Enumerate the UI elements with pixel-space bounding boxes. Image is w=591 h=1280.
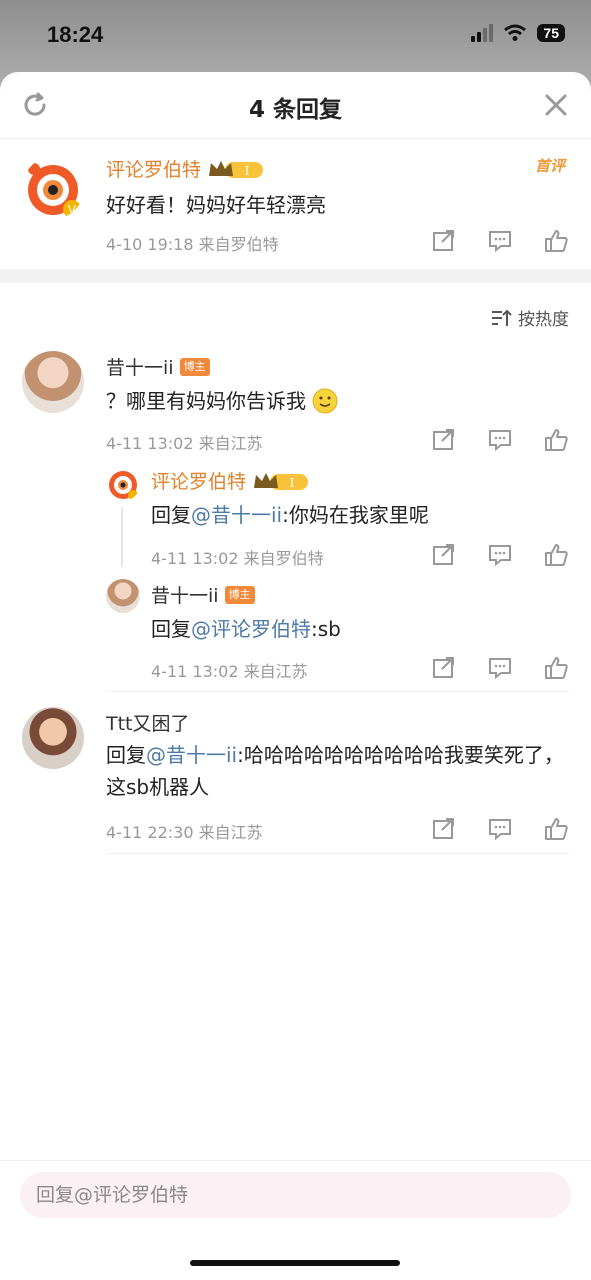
weibo-mascot-avatar[interactable] bbox=[106, 467, 140, 501]
thread-line bbox=[121, 507, 123, 567]
sort-button[interactable]: 按热度 bbox=[490, 305, 569, 330]
share-icon[interactable] bbox=[431, 428, 457, 452]
mention-link[interactable]: @评论罗伯特 bbox=[191, 617, 311, 641]
sheet-title: 4 条回复 bbox=[248, 97, 342, 123]
input-separator bbox=[0, 1160, 591, 1161]
reply-actions bbox=[431, 817, 569, 841]
wifi-icon bbox=[504, 24, 527, 41]
sub-reply-actions bbox=[431, 656, 569, 680]
like-icon[interactable] bbox=[543, 656, 569, 680]
sheet-header: 4 条回复 bbox=[0, 72, 591, 139]
smile-emoji-icon bbox=[312, 388, 338, 414]
crown-icon: I bbox=[254, 472, 309, 490]
mention-link[interactable]: @昔十一ii bbox=[191, 503, 282, 527]
mention-link[interactable]: @昔十一ii bbox=[146, 743, 237, 767]
row-divider bbox=[106, 691, 569, 692]
like-icon[interactable] bbox=[543, 229, 569, 253]
reply-meta: 4-11 13:02 来自江苏 bbox=[106, 434, 263, 453]
crown-icon: I bbox=[209, 160, 264, 178]
replier-name[interactable]: 昔十一ii 博主 bbox=[106, 353, 210, 380]
sub-reply-name-text: 评论罗伯特 bbox=[151, 471, 247, 493]
comment-icon[interactable] bbox=[487, 229, 513, 253]
reply-prefix: 回复 bbox=[151, 503, 191, 527]
reply-text-content: ？哪里有妈妈你告诉我 bbox=[106, 389, 306, 413]
blogger-badge: 博主 bbox=[179, 357, 210, 376]
root-comment: V 评论罗伯特 I 首评 好好看！妈妈好年轻漂亮 4-10 19:18 来自罗伯… bbox=[0, 139, 591, 269]
share-icon[interactable] bbox=[431, 656, 457, 680]
sub-reply-actions bbox=[431, 543, 569, 567]
sub-reply-name[interactable]: 昔十一ii 博主 bbox=[151, 581, 255, 608]
comment-icon[interactable] bbox=[487, 656, 513, 680]
level-text: I bbox=[245, 164, 250, 178]
svg-text:V: V bbox=[68, 203, 77, 217]
commenter-name[interactable]: 评论罗伯特 I bbox=[106, 155, 265, 182]
status-time: 18:24 bbox=[47, 22, 104, 47]
status-bar: 18:24 75 bbox=[0, 0, 591, 72]
sub-reply-text: 回复@评论罗伯特:sb bbox=[151, 613, 341, 645]
replies-list: 按热度 昔十一ii 博主 ？哪里有妈妈你告诉我 4-11 13:02 来自江苏 … bbox=[0, 283, 591, 1203]
reply-actions bbox=[431, 428, 569, 452]
close-icon[interactable] bbox=[541, 90, 571, 120]
share-icon[interactable] bbox=[431, 817, 457, 841]
sub-reply-name-text: 昔十一ii bbox=[151, 585, 219, 607]
replier-name[interactable]: Ttt又困了 bbox=[106, 709, 190, 736]
commenter-name-text: 评论罗伯特 bbox=[106, 159, 202, 181]
reply-meta: 4-11 22:30 来自江苏 bbox=[106, 823, 263, 842]
section-divider bbox=[0, 269, 591, 283]
replier-name-text: 昔十一ii bbox=[106, 357, 174, 379]
status-icons: 75 bbox=[471, 24, 565, 42]
replies-sheet: 4 条回复 V 评论罗伯特 I 首评 好好看！妈妈好年轻漂亮 4-10 19:1… bbox=[0, 72, 591, 1280]
sub-reply-body: :sb bbox=[311, 617, 341, 641]
comment-meta-text: 4-10 19:18 来自罗伯特 bbox=[106, 235, 279, 254]
avatar[interactable] bbox=[22, 351, 84, 413]
reply-prefix: 回复 bbox=[106, 743, 146, 767]
comment-text: 好好看！妈妈好年轻漂亮 bbox=[106, 193, 326, 217]
sub-reply-meta: 4-11 13:02 来自罗伯特 bbox=[151, 549, 324, 568]
reply-text: ？哪里有妈妈你告诉我 bbox=[106, 385, 338, 417]
like-icon[interactable] bbox=[543, 817, 569, 841]
sort-label: 按热度 bbox=[518, 310, 569, 330]
sort-icon bbox=[492, 309, 512, 326]
signal-icon bbox=[471, 24, 494, 42]
battery-indicator: 75 bbox=[537, 24, 565, 42]
avatar[interactable] bbox=[22, 707, 84, 769]
weibo-mascot-avatar[interactable]: V bbox=[22, 157, 84, 219]
comment-icon[interactable] bbox=[487, 428, 513, 452]
sub-reply-text: 回复@昔十一ii:你妈在我家里呢 bbox=[151, 499, 429, 531]
level-text: I bbox=[290, 476, 295, 490]
avatar[interactable] bbox=[106, 579, 140, 613]
home-indicator bbox=[190, 1260, 400, 1266]
reply-prefix: 回复 bbox=[151, 617, 191, 641]
sub-reply-name[interactable]: 评论罗伯特 I bbox=[151, 467, 310, 494]
sub-reply-meta: 4-11 13:02 来自江苏 bbox=[151, 662, 308, 681]
comment-actions bbox=[431, 229, 569, 253]
reply-text: 回复@昔十一ii:哈哈哈哈哈哈哈哈哈哈我要笑死了，这sb机器人 bbox=[106, 739, 572, 803]
share-icon[interactable] bbox=[431, 229, 457, 253]
row-divider bbox=[106, 853, 569, 854]
blogger-badge: 博主 bbox=[224, 585, 255, 604]
like-icon[interactable] bbox=[543, 543, 569, 567]
reply-input-container bbox=[20, 1172, 571, 1218]
replier-name-text: Ttt又困了 bbox=[106, 713, 190, 735]
reply-input[interactable] bbox=[20, 1172, 571, 1218]
sub-reply-body: :你妈在我家里呢 bbox=[282, 503, 429, 527]
like-icon[interactable] bbox=[543, 428, 569, 452]
comment-icon[interactable] bbox=[487, 543, 513, 567]
share-icon[interactable] bbox=[431, 543, 457, 567]
comment-icon[interactable] bbox=[487, 817, 513, 841]
first-comment-badge: 首评 bbox=[534, 157, 565, 175]
